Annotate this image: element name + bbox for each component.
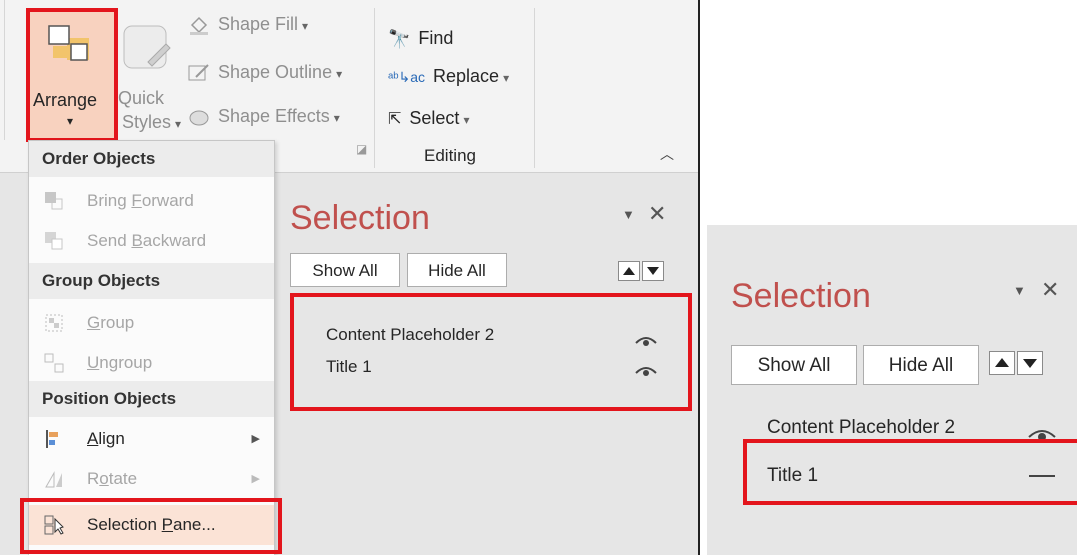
pane-options-icon[interactable]: ▼ [1013, 283, 1026, 298]
selection-pane-item[interactable]: Selection Pane... [29, 505, 274, 545]
show-all-button[interactable]: Show All [290, 253, 400, 287]
order-objects-header: Order Objects [29, 141, 274, 177]
ungroup-item[interactable]: Ungroup [29, 343, 274, 383]
left-screenshot: Arrange ▾ Quick Styles ▾ Shape Fill ▾ Shap… [0, 0, 700, 555]
quick-styles-button[interactable]: Quick Styles ▾ [118, 16, 182, 136]
selection-pane-icon [44, 515, 64, 535]
arrange-menu: Order Objects Bring Forward Send Backwar… [28, 140, 275, 555]
show-all-button[interactable]: Show All [731, 345, 857, 385]
shape-effects-button[interactable]: Shape Effects ▾ [188, 106, 340, 127]
triangle-down-icon [647, 267, 659, 275]
quick-styles-icon [123, 25, 171, 69]
quick-styles-label-2: Styles ▾ [122, 112, 182, 132]
position-objects-header: Position Objects [29, 381, 274, 417]
eye-icon[interactable] [1027, 425, 1057, 441]
send-backward-item[interactable]: Send Backward [29, 221, 274, 261]
binoculars-icon: 🔭 [388, 28, 411, 49]
eye-icon[interactable] [634, 333, 658, 347]
close-icon[interactable]: ✕ [648, 201, 666, 227]
replace-button[interactable]: ᵃᵇ↳ac Replace ▾ [388, 66, 509, 87]
replace-icon: ᵃᵇ↳ac [388, 68, 426, 85]
crop-band [743, 440, 1077, 450]
list-item-title[interactable]: Title 1 [326, 357, 372, 377]
paint-bucket-icon [190, 17, 208, 36]
shape-fill-button[interactable]: Shape Fill ▾ [188, 14, 308, 36]
selection-pane: Selection ▼ ✕ Show All Hide All Content … [274, 173, 698, 555]
chevron-down-icon: ▾ [67, 114, 74, 128]
align-icon [46, 430, 58, 448]
ungroup-icon [44, 353, 64, 373]
hidden-dash-icon[interactable] [1029, 475, 1055, 477]
ribbon-edge [4, 0, 5, 140]
rotate-icon [45, 471, 62, 488]
send-backward-arrow[interactable] [1017, 351, 1043, 375]
editing-group-label: Editing [424, 146, 476, 165]
eye-icon[interactable] [634, 363, 658, 377]
list-item-title[interactable]: Title 1 [767, 465, 818, 487]
list-item-content-placeholder[interactable]: Content Placeholder 2 [326, 325, 494, 345]
triangle-down-icon [1023, 359, 1037, 368]
find-button[interactable]: 🔭 Find [388, 28, 453, 50]
hide-all-button[interactable]: Hide All [407, 253, 507, 287]
triangle-up-icon [623, 267, 635, 275]
arrange-icon [48, 25, 89, 61]
submenu-arrow-icon: ▶ [251, 473, 260, 485]
triangle-up-icon [995, 358, 1009, 367]
bring-forward-arrow[interactable] [989, 351, 1015, 375]
right-screenshot: Selection ▼ ✕ Show All Hide All Content … [707, 225, 1077, 555]
send-backward-arrow[interactable] [642, 261, 664, 281]
align-item[interactable]: Align ▶ [29, 419, 274, 459]
rotate-item[interactable]: Rotate ▶ [29, 459, 274, 499]
dialog-launcher-icon[interactable]: ◪ [356, 142, 367, 156]
submenu-arrow-icon: ▶ [251, 433, 260, 445]
pane-title: Selection [731, 277, 871, 315]
pen-outline-icon [188, 64, 209, 81]
close-icon[interactable]: ✕ [1041, 277, 1059, 303]
cursor-arrow-icon: ⇱ [388, 111, 402, 129]
group-objects-header: Group Objects [29, 263, 274, 299]
collapse-ribbon-icon[interactable]: ︿ [660, 144, 674, 164]
list-item-content-placeholder[interactable]: Content Placeholder 2 [767, 417, 955, 439]
ribbon-separator-2 [534, 8, 535, 168]
arrange-button[interactable]: Arrange ▾ [29, 10, 115, 138]
pane-options-icon[interactable]: ▼ [622, 207, 635, 222]
shape-effects-icon [189, 110, 209, 126]
send-backward-icon [45, 232, 63, 250]
group-icon [45, 314, 63, 332]
quick-styles-label-1: Quick [118, 88, 165, 108]
bring-forward-arrow[interactable] [618, 261, 640, 281]
hide-all-button[interactable]: Hide All [863, 345, 979, 385]
shape-outline-button[interactable]: Shape Outline ▾ [188, 62, 342, 83]
pane-title: Selection [290, 199, 430, 237]
list-highlight [290, 293, 692, 411]
group-item[interactable]: Group [29, 303, 274, 343]
ribbon-separator [374, 8, 375, 168]
bring-forward-icon [45, 192, 63, 210]
arrange-label: Arrange [33, 90, 98, 110]
bring-forward-item[interactable]: Bring Forward [29, 181, 274, 221]
select-button[interactable]: ⇱ Select ▾ [388, 108, 469, 129]
